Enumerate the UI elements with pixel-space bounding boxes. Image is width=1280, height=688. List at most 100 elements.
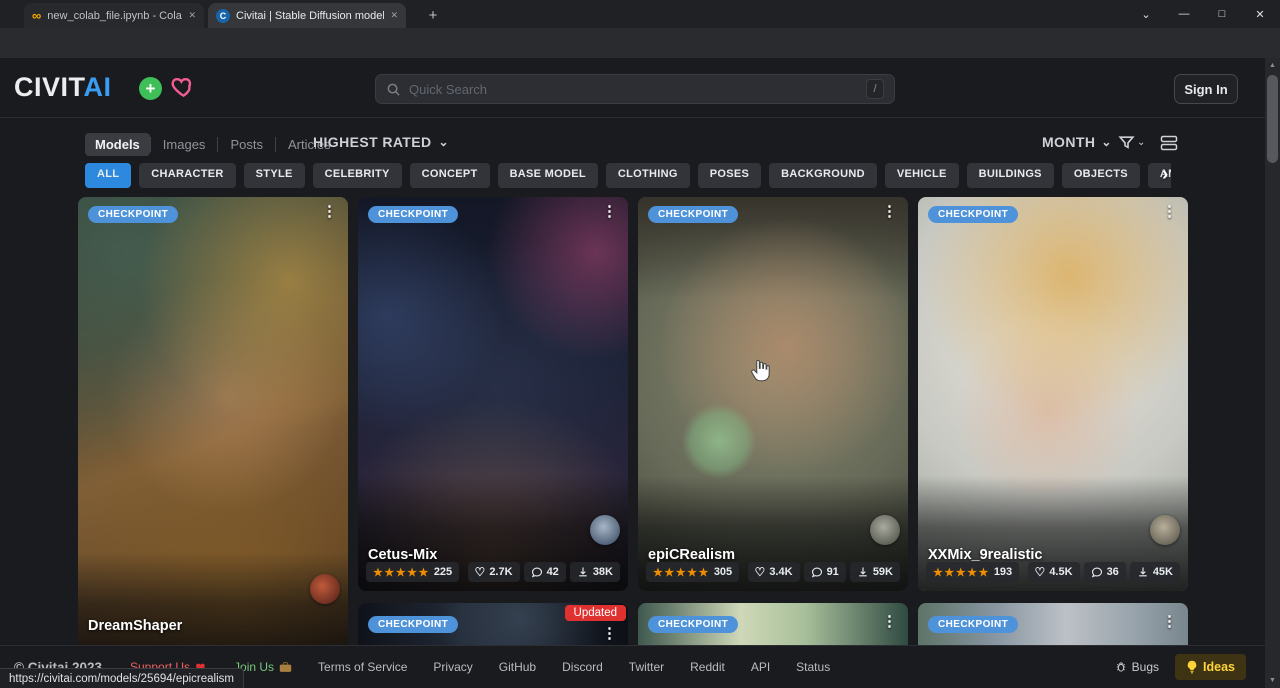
card-menu-dots-icon[interactable]: ⋮ [882, 613, 897, 630]
filter-dropdown[interactable]: ⌄ [1118, 134, 1145, 151]
search-input[interactable] [409, 82, 858, 97]
civitai-favicon-icon: C [216, 9, 230, 23]
creator-avatar[interactable] [590, 515, 620, 545]
checkpoint-badge: CHECKPOINT [368, 616, 458, 633]
download-icon [577, 566, 589, 578]
model-card-cetus-mix[interactable]: CHECKPOINT ⋮ Cetus-Mix ★★★★★ 225 ♡2.7K 4… [358, 197, 628, 591]
chips-scroll-right-icon[interactable]: › [1162, 163, 1168, 187]
likes-pill: ♡3.4K [748, 562, 800, 582]
chip-background[interactable]: BACKGROUND [769, 163, 877, 188]
heart-icon: ♡ [475, 565, 486, 579]
briefcase-icon [279, 661, 292, 673]
tab-models[interactable]: Models [85, 133, 150, 156]
rating-pill: ★★★★★ 193 [926, 562, 1019, 582]
model-card-dreamshaper[interactable]: CHECKPOINT ⋮ DreamShaper [78, 197, 348, 667]
category-chip-row: ALL CHARACTER STYLE CELEBRITY CONCEPT BA… [85, 163, 1171, 189]
period-dropdown[interactable]: MONTH ⌄ [1042, 134, 1112, 150]
tab-posts[interactable]: Posts [218, 133, 275, 156]
chip-vehicle[interactable]: VEHICLE [885, 163, 959, 188]
chip-objects[interactable]: OBJECTS [1062, 163, 1140, 188]
lightbulb-icon [1186, 660, 1198, 674]
card-menu-dots-icon[interactable]: ⋮ [1162, 203, 1177, 220]
comments-count: 91 [827, 566, 839, 578]
bugs-button[interactable]: Bugs [1115, 660, 1159, 674]
model-name: XXMix_9realistic [928, 547, 1042, 563]
chip-poses[interactable]: POSES [698, 163, 761, 188]
footer-link-reddit[interactable]: Reddit [690, 660, 725, 674]
bugs-label: Bugs [1132, 660, 1159, 674]
sort-dropdown[interactable]: HIGHEST RATED ⌄ [313, 134, 449, 150]
sort-label: HIGHEST RATED [313, 134, 432, 150]
page-scrollbar[interactable]: ▲ ▼ [1265, 58, 1280, 688]
likes-count: 4.5K [1049, 566, 1072, 578]
footer-link-status[interactable]: Status [796, 660, 830, 674]
card-menu-dots-icon[interactable]: ⋮ [882, 203, 897, 220]
checkpoint-badge: CHECKPOINT [648, 206, 738, 223]
new-tab-button[interactable]: + [422, 4, 444, 26]
rating-count: 193 [994, 566, 1012, 578]
chip-character[interactable]: CHARACTER [139, 163, 235, 188]
window-close-button[interactable]: ✕ [1245, 0, 1275, 28]
footer-link-privacy[interactable]: Privacy [433, 660, 472, 674]
creator-avatar[interactable] [870, 515, 900, 545]
checkpoint-badge: CHECKPOINT [928, 206, 1018, 223]
creator-avatar[interactable] [1150, 515, 1180, 545]
browser-tab-civitai[interactable]: C Civitai | Stable Diffusion models, ✕ [208, 3, 406, 28]
checkpoint-badge: CHECKPOINT [928, 616, 1018, 633]
footer-link-terms[interactable]: Terms of Service [318, 660, 407, 674]
favorites-heart-icon[interactable] [170, 74, 197, 105]
quick-search-box[interactable]: / [375, 74, 895, 104]
colab-favicon-icon: ∞ [32, 9, 41, 22]
chevron-down-icon: ⌄ [1101, 135, 1111, 149]
scrollbar-down-arrow-icon[interactable]: ▼ [1265, 677, 1280, 684]
chip-concept[interactable]: CONCEPT [410, 163, 490, 188]
model-name: epiCRealism [648, 547, 735, 563]
card-menu-dots-icon[interactable]: ⋮ [322, 203, 337, 220]
rating-pill: ★★★★★ 305 [646, 562, 739, 582]
ideas-button[interactable]: Ideas [1175, 654, 1246, 680]
window-maximize-button[interactable]: □ [1207, 0, 1237, 28]
likes-count: 2.7K [489, 566, 512, 578]
chip-style[interactable]: STYLE [244, 163, 305, 188]
footer-link-discord[interactable]: Discord [562, 660, 603, 674]
sign-in-button[interactable]: Sign In [1174, 74, 1238, 104]
footer-link-github[interactable]: GitHub [499, 660, 536, 674]
scrollbar-up-arrow-icon[interactable]: ▲ [1265, 62, 1280, 69]
chip-clothing[interactable]: CLOTHING [606, 163, 690, 188]
likes-count: 3.4K [769, 566, 792, 578]
comments-pill: 91 [804, 562, 846, 582]
layout-toggle-icon[interactable] [1160, 135, 1178, 156]
chip-celebrity[interactable]: CELEBRITY [313, 163, 402, 188]
content-type-tabs: Models Images Posts Articles [85, 131, 343, 158]
card-menu-dots-icon[interactable]: ⋮ [602, 625, 617, 642]
browser-tab-colab[interactable]: ∞ new_colab_file.ipynb - Colaborat ✕ [24, 3, 204, 28]
chip-buildings[interactable]: BUILDINGS [967, 163, 1054, 188]
chip-base-model[interactable]: BASE MODEL [498, 163, 598, 188]
logo-ai-text: AI [84, 72, 112, 102]
model-card-epicrealism[interactable]: CHECKPOINT ⋮ epiCRealism ★★★★★ 305 ♡3.4K… [638, 197, 908, 591]
create-plus-button[interactable]: + [139, 77, 162, 100]
mouse-cursor-hand-icon [748, 358, 772, 389]
download-icon [857, 566, 869, 578]
star-icons: ★★★★★ [933, 566, 990, 579]
model-card-xxmix9realistic[interactable]: CHECKPOINT ⋮ XXMix_9realistic ★★★★★ 193 … [918, 197, 1188, 591]
downloads-count: 45K [1153, 566, 1173, 578]
downloads-pill: 45K [1130, 562, 1180, 582]
chip-all[interactable]: ALL [85, 163, 131, 188]
footer-link-twitter[interactable]: Twitter [629, 660, 664, 674]
tab-close-icon[interactable]: ✕ [188, 10, 196, 21]
tab-close-icon[interactable]: ✕ [390, 10, 398, 21]
tab-images[interactable]: Images [151, 133, 218, 156]
updated-badge: Updated [565, 605, 626, 621]
tab-search-icon[interactable]: ⌄ [1131, 0, 1161, 28]
window-minimize-button[interactable]: — [1169, 0, 1199, 28]
civitai-logo[interactable]: CIVITAI [14, 72, 112, 103]
card-menu-dots-icon[interactable]: ⋮ [602, 203, 617, 220]
footer-link-api[interactable]: API [751, 660, 770, 674]
scrollbar-thumb[interactable] [1267, 75, 1278, 163]
chevron-down-icon: ⌄ [439, 135, 449, 149]
creator-avatar[interactable] [310, 574, 340, 604]
chevron-down-icon: ⌄ [1137, 137, 1145, 148]
search-icon [386, 82, 401, 97]
card-menu-dots-icon[interactable]: ⋮ [1162, 613, 1177, 630]
